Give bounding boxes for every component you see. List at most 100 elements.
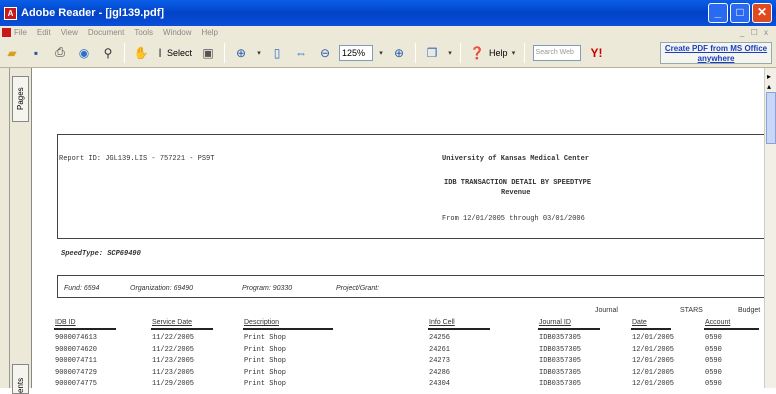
separator: [224, 42, 226, 63]
divider: [57, 238, 764, 239]
header-underline: [54, 328, 116, 330]
cell-description: Print Shop: [244, 368, 287, 377]
menu-view[interactable]: View: [61, 28, 78, 37]
cell-service-date: 11/22/2005: [152, 345, 195, 354]
create-pdf-line1: Create PDF from MS Office: [664, 43, 768, 53]
header-underline: [151, 328, 213, 330]
col-header-account: Account: [705, 319, 731, 326]
cell-journal-id: IDB0357305: [539, 368, 582, 377]
cell-info-cell: 24273: [429, 357, 451, 365]
divider: [57, 297, 764, 298]
cell-idb-id: 9000074711: [55, 357, 98, 365]
actual-size-icon[interactable]: ▯: [267, 43, 287, 63]
cell-info-cell: 24261: [429, 345, 451, 354]
fit-width-icon[interactable]: ⇔: [291, 43, 311, 63]
create-pdf-line2: anywhere: [697, 53, 735, 63]
cell-service-date: 11/23/2005: [152, 357, 195, 365]
menu-tools[interactable]: Tools: [134, 28, 153, 37]
chevron-down-icon[interactable]: ▾: [446, 43, 454, 63]
toolbar: ▰ ▪ ⎙ ◉ ⚲ ✋ I Select ▣ ⊕ ▾ ▯ ⇔ ⊖ 125% ▾ …: [0, 38, 776, 68]
print-icon[interactable]: ⎙: [50, 43, 70, 63]
scroll-up-arrow-icon[interactable]: ▴: [767, 82, 771, 91]
divider: [57, 275, 58, 298]
menu-document[interactable]: Document: [88, 28, 124, 37]
separator: [415, 42, 417, 63]
date-range: From 12/01/2005 through 03/01/2006: [442, 215, 585, 223]
vertical-scrollbar[interactable]: ▸ ▴: [764, 68, 776, 388]
header-underline: [243, 328, 333, 330]
cell-account: 0590: [705, 334, 722, 342]
budget-group-header: Budget: [738, 307, 761, 314]
attachments-tab[interactable]: ents: [12, 364, 29, 394]
organization: Organization: 69490: [130, 285, 194, 292]
save-icon[interactable]: ▪: [26, 43, 46, 63]
journal-group-header: Journal: [595, 307, 618, 314]
page-layout-icon[interactable]: ❐: [422, 43, 442, 63]
cell-info-cell: 24256: [429, 334, 451, 342]
menu-edit[interactable]: Edit: [37, 28, 51, 37]
minimize-button[interactable]: _: [708, 3, 728, 23]
cell-description: Print Shop: [244, 345, 287, 354]
menu-window[interactable]: Window: [163, 28, 191, 37]
report-header-frame: [57, 134, 764, 238]
cell-info-cell: 24304: [429, 380, 451, 388]
col-header-description: Description: [244, 319, 280, 326]
zoom-out-icon[interactable]: ⊖: [315, 43, 335, 63]
cell-journal-id: IDB0357305: [539, 345, 582, 354]
chevron-down-icon[interactable]: ▾: [377, 43, 385, 63]
cell-journal-id: IDB0357305: [539, 334, 582, 342]
email-icon[interactable]: ◉: [74, 43, 94, 63]
cell-journal-id: IDB0357305: [539, 357, 582, 365]
window-title: Adobe Reader - [jgl139.pdf]: [21, 7, 165, 19]
stars-group-header: STARS: [680, 307, 703, 314]
pages-tab[interactable]: Pages: [12, 76, 29, 122]
cell-idb-id: 9000074729: [55, 368, 98, 377]
snapshot-icon[interactable]: ▣: [198, 43, 218, 63]
speedtype: SpeedType: SCP69490: [61, 250, 141, 258]
chevron-down-icon[interactable]: ▾: [510, 43, 518, 63]
report-id: Report ID: JGL139.LIS - 757221 - PS9T: [59, 155, 215, 163]
document-viewport[interactable]: Report ID: JGL139.LIS - 757221 - PS9T Un…: [31, 68, 764, 388]
document-icon: [2, 27, 11, 37]
chevron-down-icon[interactable]: ▾: [255, 43, 263, 63]
report-subtitle: Revenue: [501, 189, 531, 197]
project-grant: Project/Grant:: [336, 285, 380, 292]
yahoo-icon[interactable]: Y!: [591, 46, 603, 60]
scroll-right-arrow-icon[interactable]: ▸: [767, 72, 771, 81]
menu-help[interactable]: Help: [202, 28, 218, 37]
cell-account: 0590: [705, 357, 722, 365]
scrollbar-thumb[interactable]: [766, 92, 776, 144]
separator: [460, 42, 462, 63]
open-icon[interactable]: ▰: [2, 43, 22, 63]
hand-tool-icon[interactable]: ✋: [131, 43, 151, 63]
help-icon[interactable]: ❓: [467, 43, 487, 63]
cell-account: 0590: [705, 345, 722, 354]
zoom-input[interactable]: 125%: [339, 44, 374, 61]
select-tool-icon[interactable]: I: [155, 43, 165, 63]
cell-idb-id: 9000074613: [55, 334, 98, 342]
maximize-button[interactable]: □: [730, 3, 750, 23]
cell-idb-id: 9000074620: [55, 345, 98, 354]
search-web-input[interactable]: Search Web: [532, 44, 581, 61]
report-title: IDB TRANSACTION DETAIL BY SPEEDTYPE: [444, 179, 592, 187]
select-tool-label[interactable]: Select: [167, 48, 192, 58]
header-underline: [704, 328, 759, 330]
cell-date: 12/01/2005: [632, 368, 675, 377]
document-window-controls[interactable]: _ ☐ x: [740, 28, 770, 37]
zoom-in-icon[interactable]: ⊕: [231, 43, 251, 63]
cell-service-date: 11/23/2005: [152, 368, 195, 377]
col-header-service-date: Service Date: [152, 319, 193, 326]
create-pdf-link[interactable]: Create PDF from MS Office anywhere: [660, 41, 772, 64]
header-underline: [631, 328, 671, 330]
menu-file[interactable]: File: [14, 28, 27, 37]
menu-bar: File Edit View Document Tools Window Hel…: [0, 26, 776, 38]
separator: [523, 42, 525, 63]
close-button[interactable]: ✕: [752, 3, 772, 23]
help-button[interactable]: Help: [489, 48, 508, 58]
cell-description: Print Shop: [244, 334, 287, 342]
separator: [124, 42, 125, 63]
zoom-plus-icon[interactable]: ⊕: [389, 43, 409, 63]
adobe-reader-icon: A: [4, 6, 17, 20]
search-icon[interactable]: ⚲: [98, 43, 118, 63]
cell-service-date: 11/29/2005: [152, 380, 195, 388]
